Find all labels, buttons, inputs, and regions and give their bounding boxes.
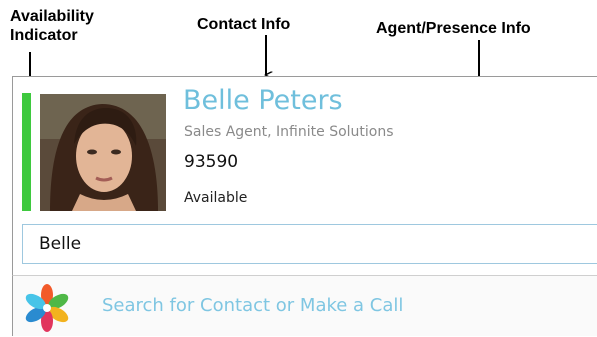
presence-status: Available xyxy=(184,190,248,206)
agent-presence-info-label: Agent/Presence Info xyxy=(376,20,531,37)
availability-indicator xyxy=(22,93,31,211)
availability-indicator-label: Availability Indicator xyxy=(10,8,94,44)
search-area xyxy=(12,218,597,275)
contact-name[interactable]: Belle Peters xyxy=(183,85,343,116)
contact-title: Sales Agent, Infinite Solutions xyxy=(184,124,394,140)
pinwheel-logo-icon xyxy=(20,283,74,333)
call-bar[interactable]: Search for Contact or Make a Call xyxy=(12,275,597,336)
search-input[interactable] xyxy=(22,224,597,264)
contact-info-label: Contact Info xyxy=(197,16,291,33)
contact-card[interactable]: Belle Peters Sales Agent, Infinite Solut… xyxy=(12,76,597,219)
search-or-call-link[interactable]: Search for Contact or Make a Call xyxy=(102,295,403,316)
contact-photo xyxy=(40,94,166,211)
contact-extension[interactable]: 93590 xyxy=(184,152,238,172)
